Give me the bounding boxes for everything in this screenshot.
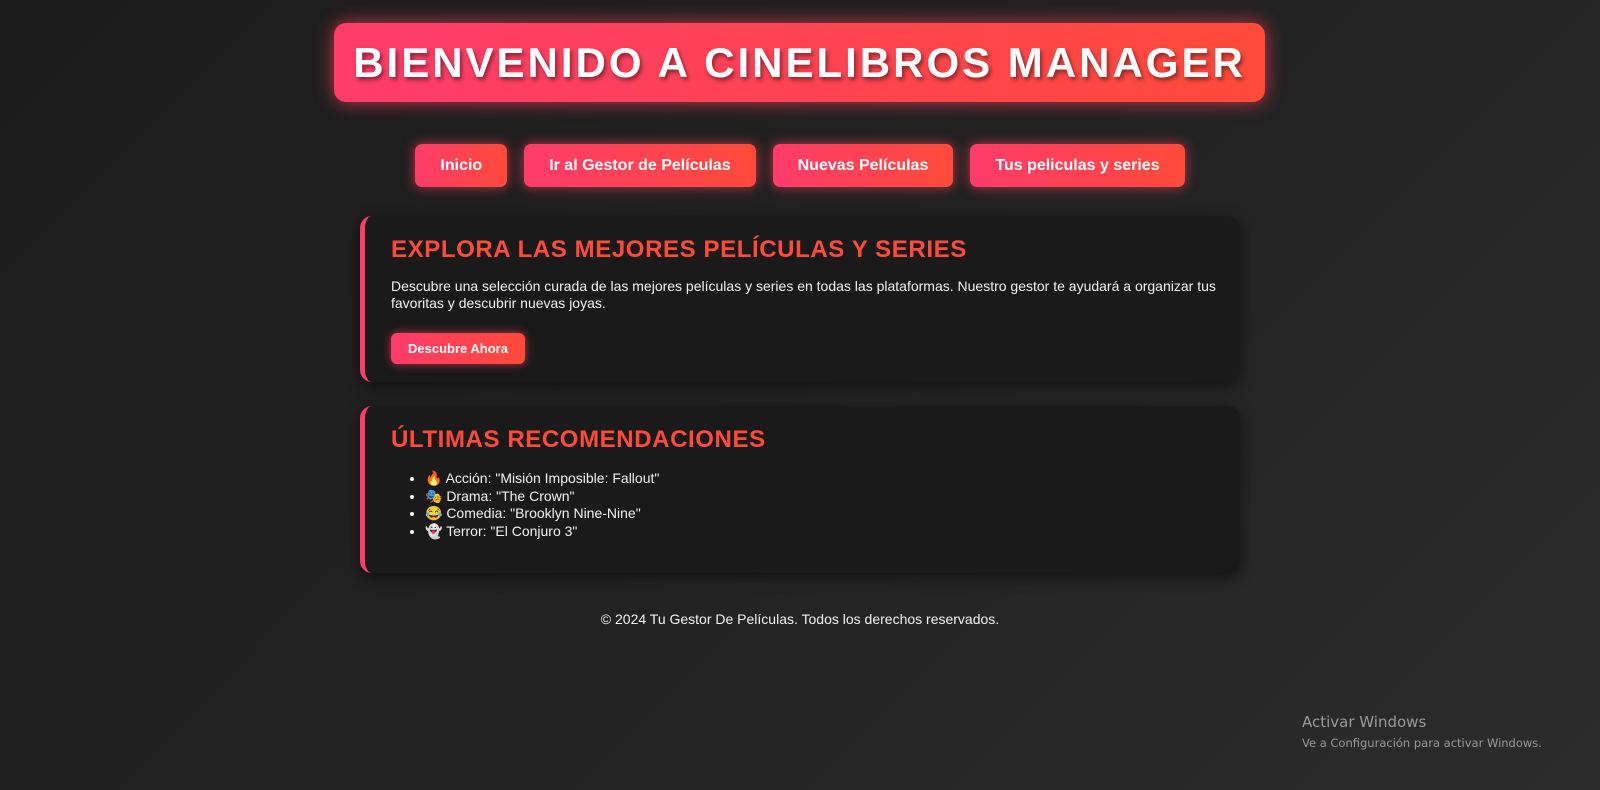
windows-activation-watermark: Activar Windows Ve a Configuración para … bbox=[1302, 713, 1542, 750]
recommendations-card: ÚLTIMAS RECOMENDACIONES 🔥 Acción: "Misió… bbox=[360, 406, 1240, 573]
nav-button-tus-peliculas[interactable]: Tus peliculas y series bbox=[970, 144, 1185, 187]
header-banner: BIENVENIDO A CINELIBROS MANAGER bbox=[334, 23, 1265, 102]
page-title: BIENVENIDO A CINELIBROS MANAGER bbox=[353, 38, 1246, 86]
watermark-subtitle: Ve a Configuración para activar Windows. bbox=[1302, 736, 1542, 750]
main-nav: Inicio Ir al Gestor de Películas Nuevas … bbox=[0, 144, 1600, 187]
list-item: 😂 Comedia: "Brooklyn Nine-Nine" bbox=[425, 505, 1218, 523]
explore-card: EXPLORA LAS MEJORES PELÍCULAS Y SERIES D… bbox=[360, 216, 1240, 382]
watermark-title: Activar Windows bbox=[1302, 713, 1427, 731]
discover-now-button[interactable]: Descubre Ahora bbox=[391, 333, 525, 364]
list-item: 🎭 Drama: "The Crown" bbox=[425, 488, 1218, 506]
explore-heading: EXPLORA LAS MEJORES PELÍCULAS Y SERIES bbox=[391, 236, 967, 263]
nav-button-nuevas-peliculas[interactable]: Nuevas Películas bbox=[772, 144, 954, 187]
list-item: 👻 Terror: "El Conjuro 3" bbox=[425, 523, 1218, 541]
recommendations-heading: ÚLTIMAS RECOMENDACIONES bbox=[391, 426, 766, 453]
footer: © 2024 Tu Gestor De Películas. Todos los… bbox=[0, 611, 1600, 627]
list-item: 🔥 Acción: "Misión Imposible: Fallout" bbox=[425, 470, 1218, 488]
explore-description: Descubre una selección curada de las mej… bbox=[391, 278, 1216, 311]
footer-text: © 2024 Tu Gestor De Películas. Todos los… bbox=[600, 611, 1000, 627]
nav-button-gestor-peliculas[interactable]: Ir al Gestor de Películas bbox=[524, 144, 756, 187]
recommendations-list: 🔥 Acción: "Misión Imposible: Fallout" 🎭 … bbox=[391, 470, 1218, 540]
nav-button-inicio[interactable]: Inicio bbox=[415, 144, 508, 187]
